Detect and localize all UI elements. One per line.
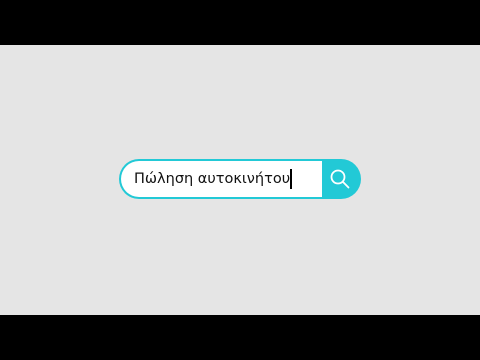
search-bar: Πώληση αυτοκινήτου bbox=[119, 159, 361, 199]
search-input[interactable]: Πώληση αυτοκινήτου bbox=[119, 159, 322, 199]
search-icon bbox=[330, 169, 349, 189]
video-canvas: Πώληση αυτοκινήτου bbox=[0, 45, 480, 315]
search-button[interactable] bbox=[322, 159, 361, 199]
text-caret bbox=[290, 169, 292, 189]
search-query-text: Πώληση αυτοκινήτου bbox=[134, 171, 291, 187]
letterbox-bottom bbox=[0, 315, 480, 360]
letterbox-top bbox=[0, 0, 480, 45]
